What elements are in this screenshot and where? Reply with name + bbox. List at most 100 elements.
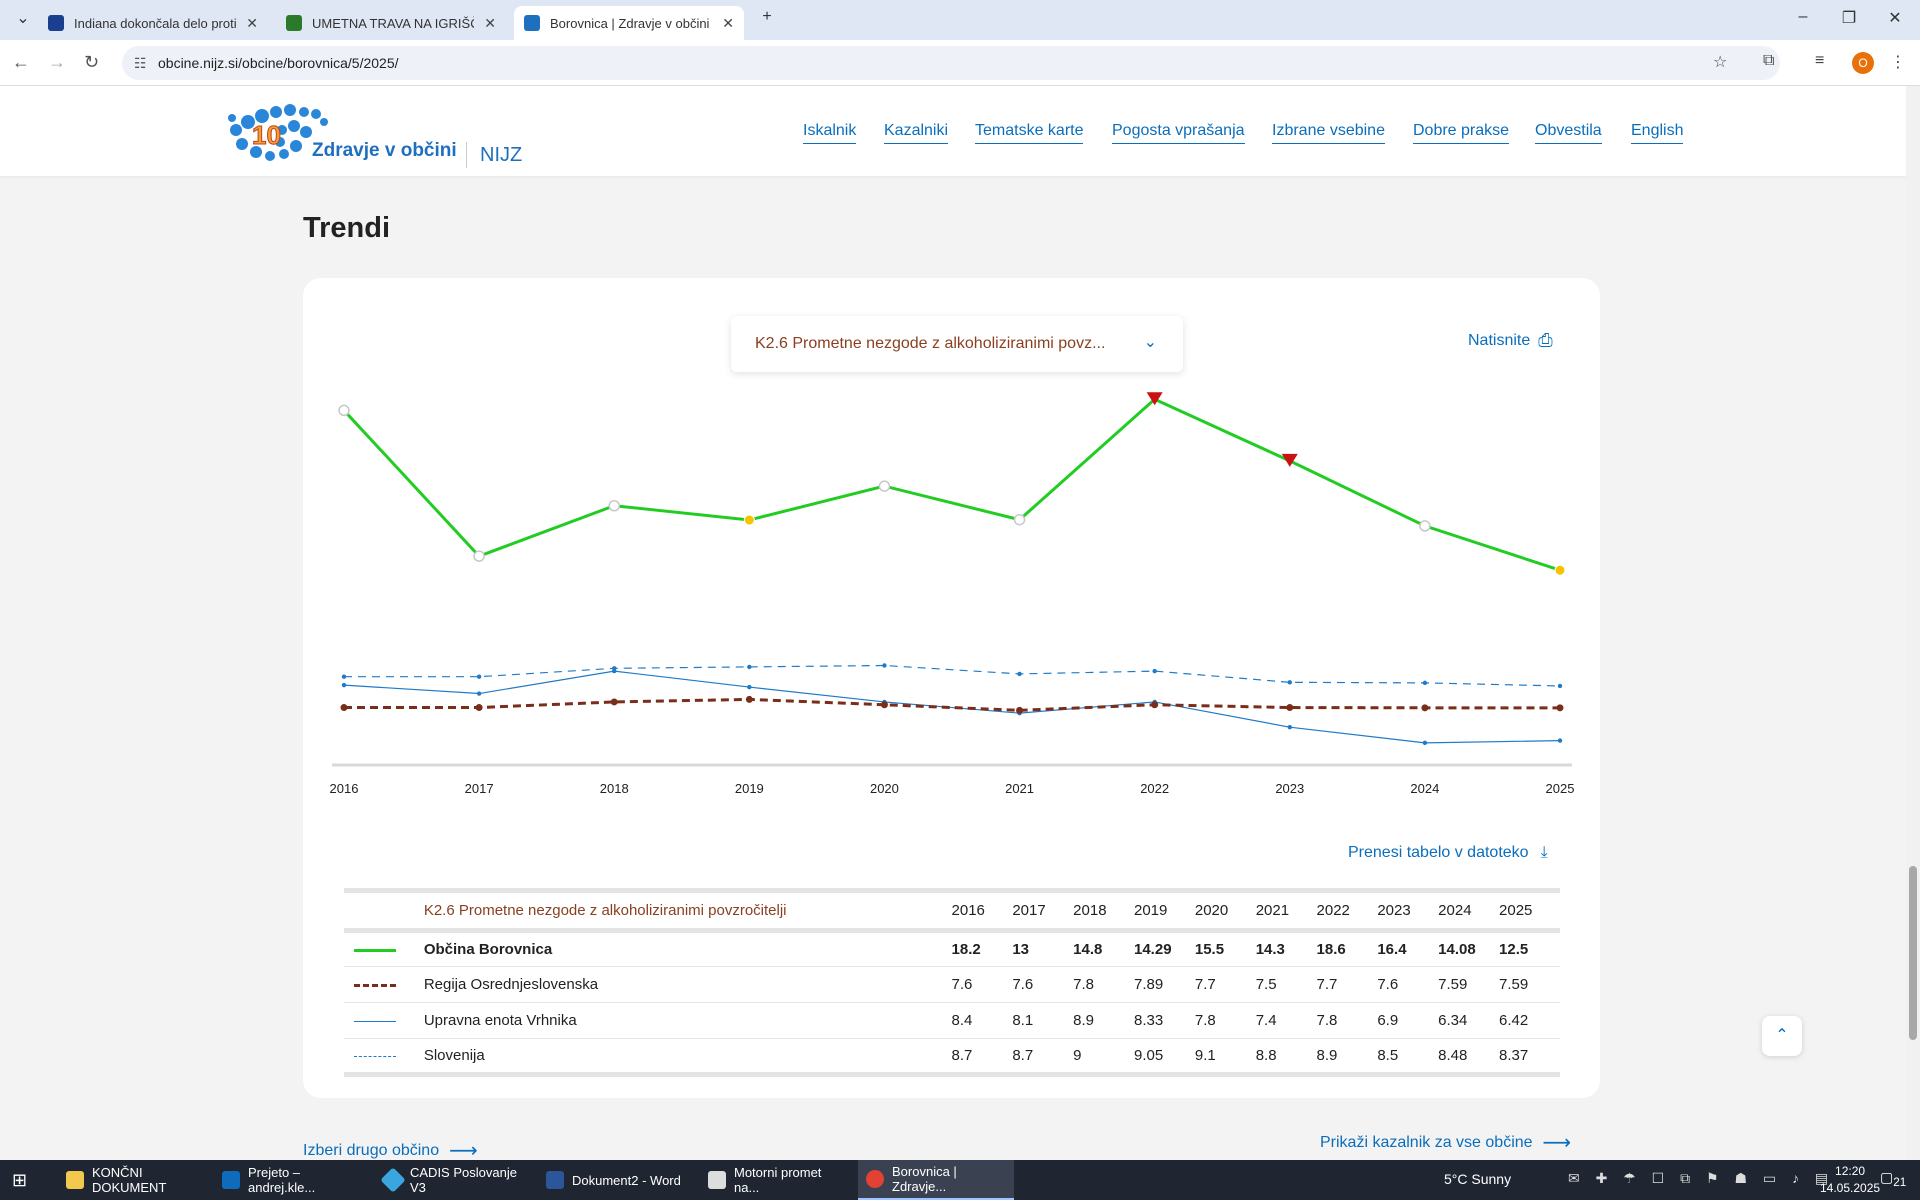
extensions-icon[interactable]: ⧉ [1763,52,1774,70]
data-point [1557,738,1563,743]
nav-english[interactable]: English [1631,122,1684,144]
nav-kazalniki[interactable]: Kazalniki [884,122,949,144]
legend-swatch [344,931,424,967]
choose-other-municipality-link[interactable]: Izberi drugo občino ⟶ [303,1138,478,1160]
table-cell: 7.6 [1012,966,1074,1003]
taskbar-item-word[interactable]: Dokument2 - Word [538,1160,688,1200]
x-tick-label: 2018 [600,781,629,796]
table-cell: 7.8 [1316,1002,1378,1039]
restore-icon[interactable]: ❐ [1826,8,1872,28]
data-point [476,691,482,696]
legend-swatch [344,1038,424,1075]
data-point [1152,668,1157,674]
logo-number: 10 [252,120,281,150]
forward-icon[interactable]: → [48,52,66,73]
table-header-row: K2.6 Prometne nezgode z alkoholiziranimi… [344,890,1560,933]
data-table: K2.6 Prometne nezgode z alkoholiziranimi… [344,888,1560,1077]
close-tab-icon[interactable]: ✕ [246,15,258,32]
logo-text[interactable]: Zdravje v občini [312,140,457,162]
data-point [1017,671,1022,677]
taskbar-item-label: Borovnica | Zdravje... [892,1164,957,1194]
new-tab-icon[interactable]: + [744,8,790,26]
taskbar-item-label: KONČNI DOKUMENT [92,1165,167,1195]
scroll-to-top-button[interactable]: ⌃ [1762,1016,1802,1056]
scrollbar-thumb[interactable] [1909,866,1917,1040]
nav-iskalnik[interactable]: Iskalnik [803,122,857,144]
data-point [610,698,618,706]
close-tab-icon[interactable]: ✕ [722,15,734,32]
site-info-icon[interactable]: ☷ [134,55,147,72]
table-cell: 7.4 [1255,1002,1317,1039]
browser-tab-1[interactable]: Indiana dokončala delo proti pr... ✕ [38,6,268,40]
table-row: Regija Osrednjeslovenska 7.6 7.6 7.8 7.8… [344,966,1560,1003]
data-point [1016,706,1024,714]
page-scrollbar[interactable] [1906,86,1920,1160]
indicator-select-value: K2.6 Prometne nezgode z alkoholiziranimi… [755,335,1106,352]
taskbar-item-koncni-dokument[interactable]: KONČNI DOKUMENT [58,1160,208,1200]
data-point [745,695,753,703]
outlook-icon [222,1171,240,1189]
tab-title: Indiana dokončala delo proti pr... [74,15,237,31]
close-tab-icon[interactable]: ✕ [484,15,496,32]
table-cell: 8.37 [1499,1038,1560,1075]
table-cell: 8.4 [951,1002,1013,1039]
data-point [1422,740,1428,746]
windows-start-icon[interactable]: ⊞ [12,1170,27,1191]
url-text: obcine.nijz.si/obcine/borovnica/5/2025/ [158,55,399,71]
bookmark-star-icon[interactable]: ☆ [1713,52,1727,72]
taskbar-item-photos[interactable]: Motorni promet na... [700,1160,850,1200]
back-icon[interactable]: ← [12,52,30,73]
table-cell: 14.3 [1255,941,1285,958]
row-name: Upravna enota Vrhnika [423,1002,952,1039]
url-field[interactable]: ☷ obcine.nijz.si/obcine/borovnica/5/2025… [122,46,1780,80]
year-header: 2016 [951,890,1013,933]
x-tick-label: 2019 [735,781,764,796]
table-cell: 8.33 [1134,1002,1195,1039]
nav-tematske-karte[interactable]: Tematske karte [975,122,1084,144]
notifications-icon[interactable]: ▢21 [1880,1169,1906,1189]
year-header: 2021 [1255,890,1317,933]
menu-icon[interactable]: ⋮ [1890,52,1906,72]
minimize-icon[interactable]: – [1780,8,1826,26]
taskbar-item-chrome[interactable]: Borovnica | Zdravje... [858,1160,1014,1200]
data-point [1287,724,1292,730]
nav-obvestila[interactable]: Obvestila [1535,122,1602,144]
print-label: Natisnite [1468,331,1531,349]
reload-icon[interactable]: ↻ [84,52,99,73]
taskbar-item-outlook[interactable]: Prejeto – andrej.kle... [214,1160,364,1200]
show-all-municipalities-link[interactable]: Prikaži kazalnik za vse občine ⟶ [1320,1130,1571,1155]
nav-pogosta-vprasanja[interactable]: Pogosta vprašanja [1112,122,1245,144]
tab-favicon-icon [48,15,64,31]
logo-org[interactable]: NIJZ [480,144,522,167]
browser-tab-3[interactable]: Borovnica | Zdravje v občini | N... ✕ [514,6,744,40]
weather-widget[interactable]: 5°C Sunny [1444,1171,1511,1187]
data-point [473,550,485,562]
year-header: 2019 [1134,890,1195,933]
x-tick-label: 2017 [465,781,494,796]
taskbar: ⊞ KONČNI DOKUMENT Prejeto – andrej.kle..… [0,1160,1920,1200]
nav-izbrane-vsebine[interactable]: Izbrane vsebine [1272,122,1385,144]
taskbar-item-cadis[interactable]: CADIS Poslovanje V3 [376,1160,526,1200]
table-cell: 18.6 [1316,941,1346,958]
media-icon[interactable]: ≡ [1815,52,1824,70]
table-cell: 6.9 [1377,1002,1439,1039]
close-window-icon[interactable]: ✕ [1872,8,1918,28]
indicator-select[interactable]: K2.6 Prometne nezgode z alkoholiziranimi… [731,316,1183,372]
nav-dobre-prakse[interactable]: Dobre prakse [1413,122,1510,144]
table-cell: 13 [1012,941,1030,958]
table-cell: 14.8 [1073,941,1103,958]
year-header: 2024 [1438,890,1500,933]
chevron-up-icon: ⌃ [1775,1027,1789,1044]
data-point [1286,704,1294,712]
table-cell: 7.7 [1316,966,1378,1003]
profile-avatar[interactable]: O [1852,52,1874,74]
data-point [882,663,887,668]
data-point [608,499,620,512]
system-tray-icons[interactable]: ✉ ✚ ☂ ☐ ⧉ ⚑ ☗ ▭ ♪ ▤ [1568,1170,1834,1187]
download-table-button[interactable]: Prenesi tabelo v datoteko ⤓ [1348,844,1548,862]
browser-tab-2[interactable]: UMETNA TRAVA NA IGRIŠČU V... ✕ [276,6,506,40]
data-point [476,674,482,679]
taskbar-clock[interactable]: 12:20 14.05.2025 [1820,1163,1880,1197]
print-button[interactable]: Natisnite ⎙ [1468,330,1553,351]
x-tick-label: 2016 [330,781,359,796]
